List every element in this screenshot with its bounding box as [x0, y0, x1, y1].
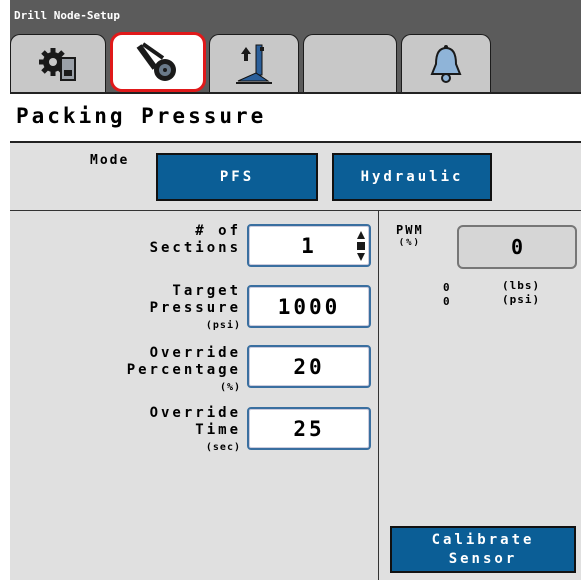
calibrate-sensor-button[interactable]: Calibrate Sensor [390, 526, 576, 573]
mode-pfs-label: PFS [219, 169, 255, 185]
page-header: Packing Pressure [10, 92, 581, 143]
psi-value: 0 [443, 295, 451, 308]
gear-icon [39, 47, 76, 81]
override-time-label: Override Time (sec) [149, 405, 241, 453]
override-time-field[interactable]: 25 [247, 407, 371, 450]
pwm-readout: 0 [457, 225, 577, 269]
pwm-value: 0 [510, 235, 524, 259]
page-title: Packing Pressure [16, 104, 267, 128]
override-percentage-label: Override Percentage (%) [126, 345, 241, 393]
target-pressure-label: Target Pressure (psi) [149, 283, 241, 331]
sections-label: # of Sections [149, 223, 241, 256]
tab-row [10, 28, 581, 92]
divider-vertical [378, 211, 379, 580]
main-panel: Mode PFS Hydraulic # of Sections 1 Targe… [10, 143, 581, 580]
mode-label: Mode [90, 153, 130, 168]
override-percentage-value: 20 [293, 354, 325, 379]
mode-hydraulic-label: Hydraulic [360, 169, 464, 185]
tab-empty[interactable] [303, 34, 397, 92]
sections-stepper[interactable]: 1 [247, 224, 371, 267]
override-time-value: 25 [293, 416, 325, 441]
target-pressure-field[interactable]: 1000 [247, 285, 371, 328]
calibrate-label-line2: Sensor [448, 550, 518, 567]
mode-pfs-button[interactable]: PFS [156, 153, 318, 201]
lift-arrow-icon [236, 44, 272, 84]
tab-settings[interactable] [10, 34, 106, 92]
mode-hydraulic-button[interactable]: Hydraulic [332, 153, 492, 201]
bell-icon [430, 44, 462, 83]
tab-alarms[interactable] [401, 34, 491, 92]
override-percentage-field[interactable]: 20 [247, 345, 371, 388]
divider-horizontal [10, 210, 581, 211]
pwm-label: PWM (%) [396, 223, 424, 249]
target-pressure-value: 1000 [277, 294, 341, 319]
psi-unit: (psi) [502, 293, 541, 306]
window-title: Drill Node-Setup [14, 9, 120, 22]
packing-wheel-icon [136, 42, 176, 81]
lbs-value: 0 [443, 281, 451, 294]
tab-lift[interactable] [209, 34, 299, 92]
spin-arrows-icon[interactable] [356, 230, 366, 262]
sections-value: 1 [301, 233, 317, 258]
tab-packing-pressure[interactable] [110, 32, 206, 92]
calibrate-label-line1: Calibrate [431, 531, 535, 548]
lbs-unit: (lbs) [502, 279, 541, 292]
